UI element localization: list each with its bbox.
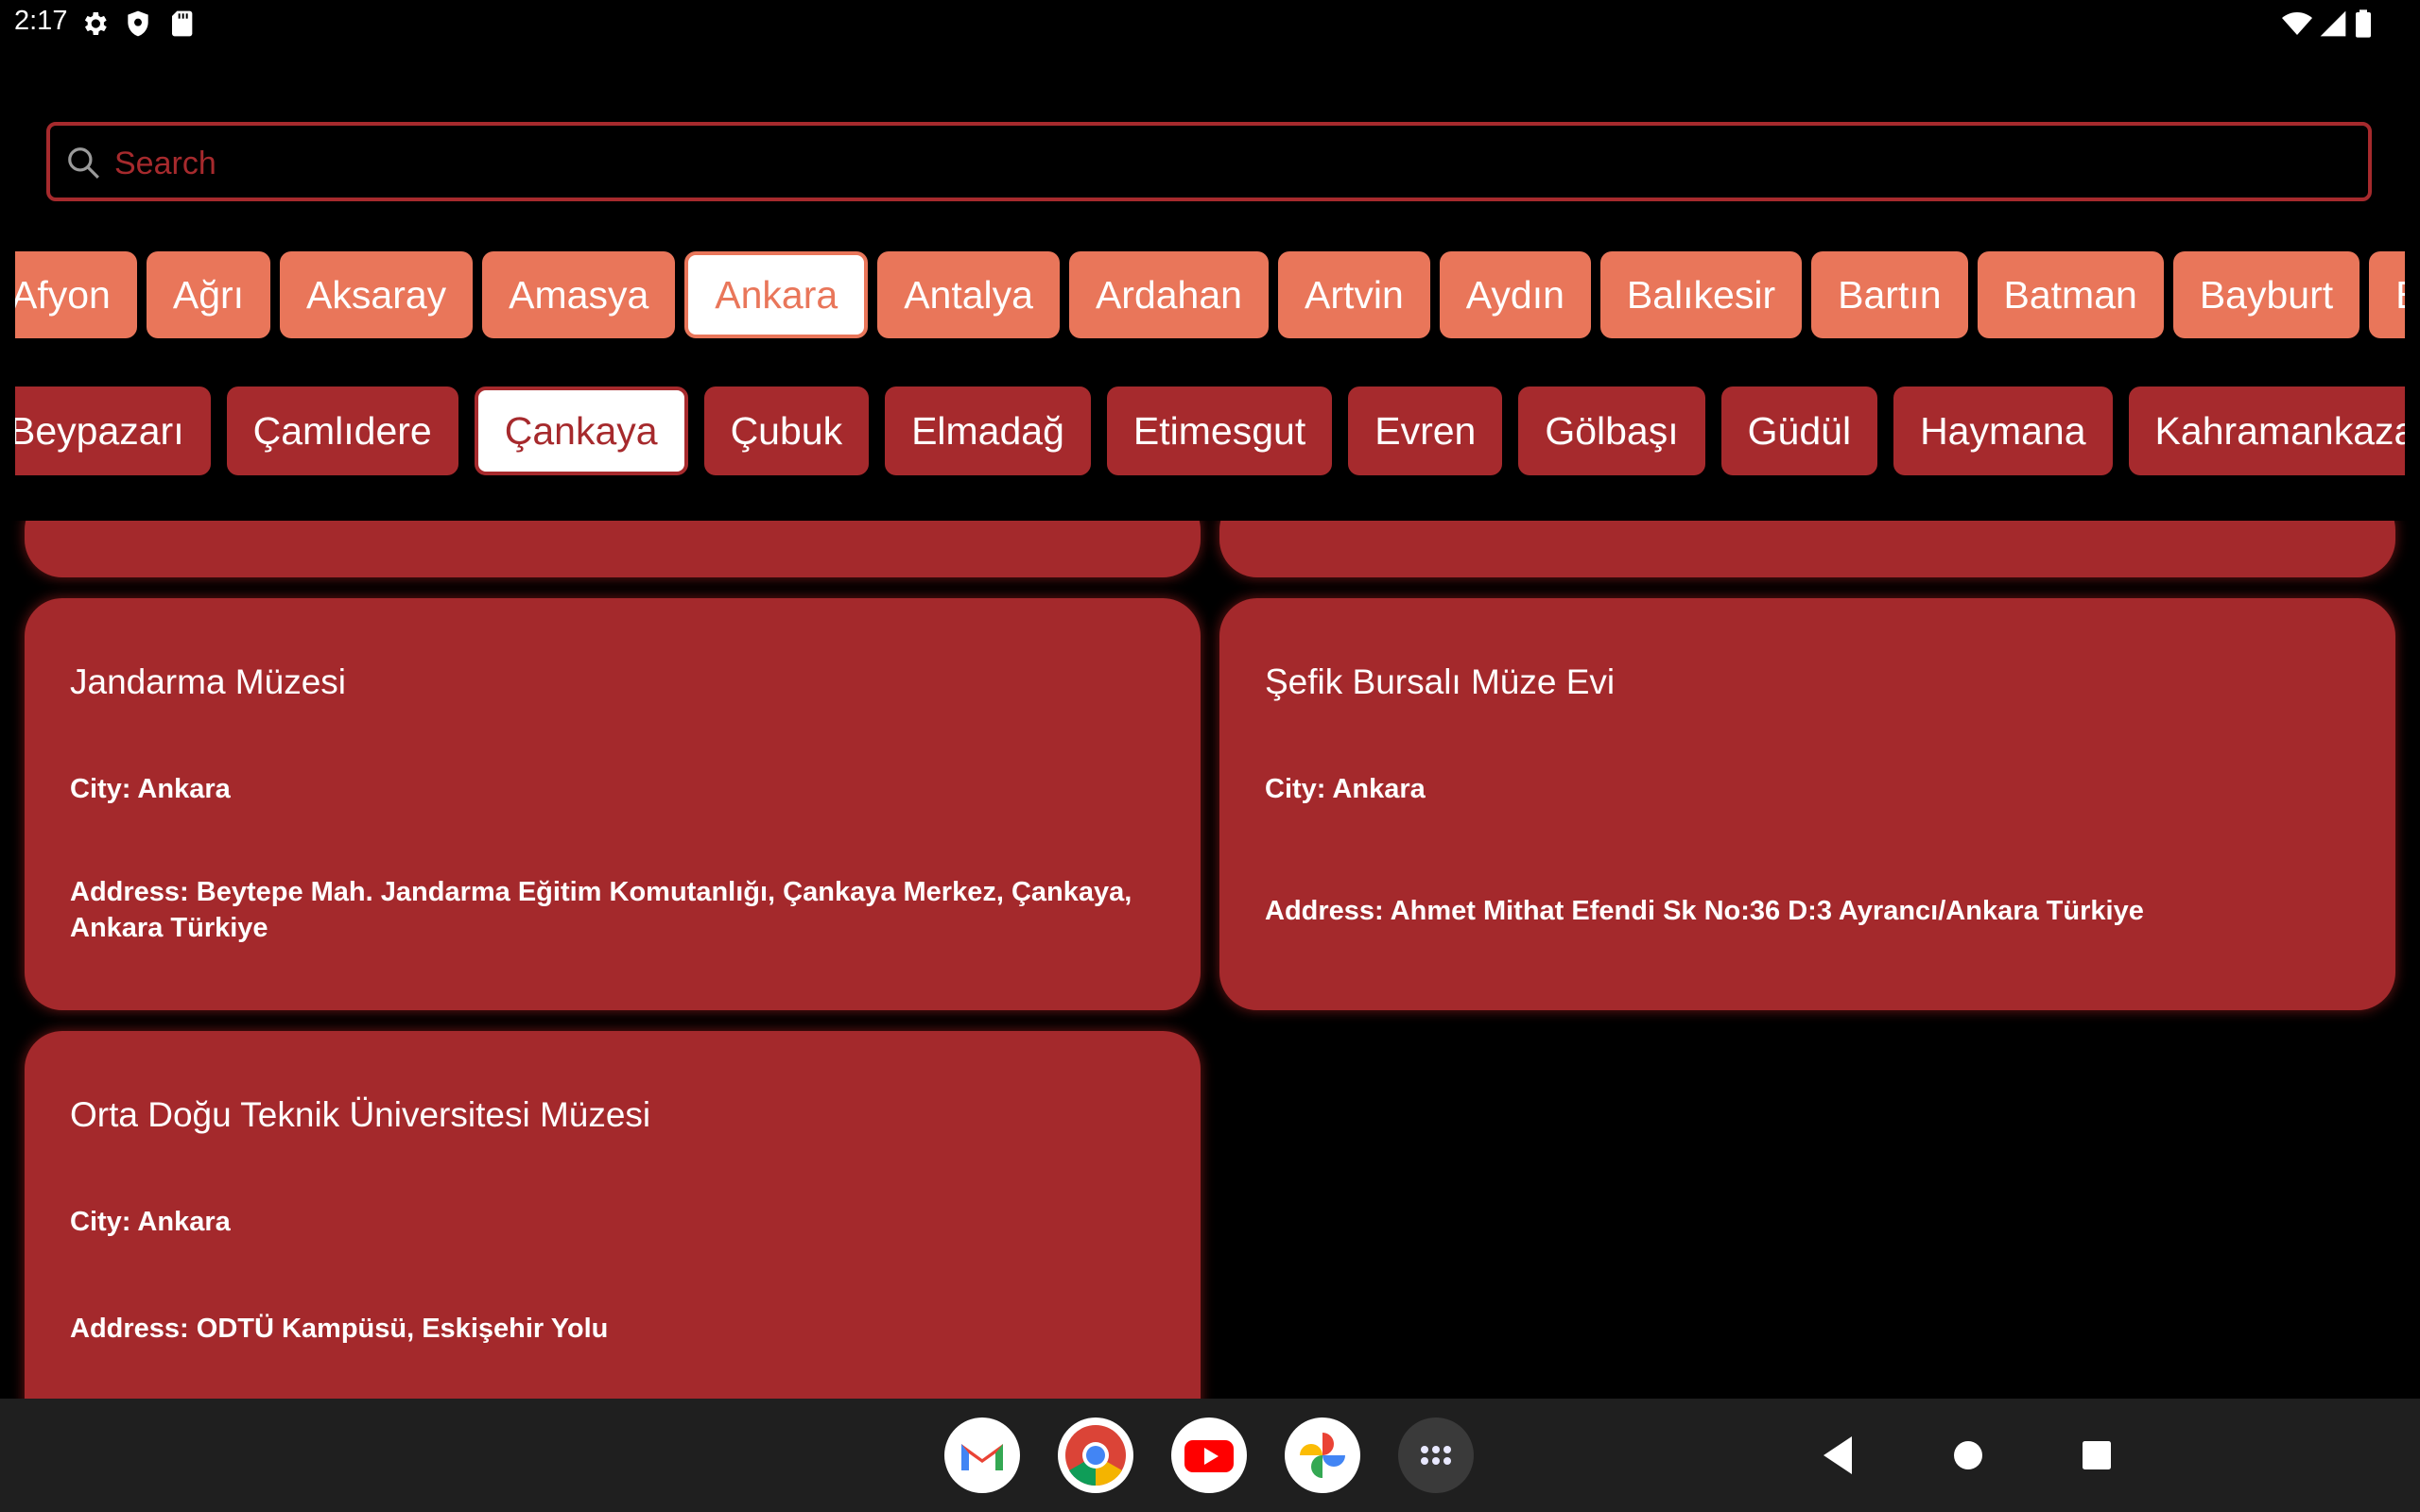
city-chip[interactable]: Bilecik <box>2369 251 2405 338</box>
status-bar: 2:17 <box>0 0 2420 49</box>
district-chip[interactable]: Beypazarı <box>15 387 211 475</box>
youtube-icon[interactable] <box>1171 1418 1247 1493</box>
battery-icon <box>2356 9 2371 38</box>
sd-card-icon <box>172 10 193 37</box>
recents-icon[interactable] <box>2068 1427 2125 1484</box>
city-chip[interactable]: Afyon <box>15 251 137 338</box>
search-input[interactable] <box>112 133 2347 194</box>
district-chip[interactable]: Çubuk <box>703 387 870 475</box>
city-chip-track: Afyon Ağrı Aksaray Amasya Ankara Antalya Ardah… <box>15 251 2405 338</box>
museum-card-partial[interactable] <box>1219 521 2395 577</box>
district-chip[interactable]: Çamlıdere <box>226 387 458 475</box>
city-chip[interactable]: Aydın <box>1439 251 1591 338</box>
shield-icon <box>128 10 148 37</box>
district-chip[interactable]: Haymana <box>1893 387 2113 475</box>
navigation-bar <box>0 1399 2420 1512</box>
museum-address: Address: Ahmet Mithat Efendi Sk No:36 D:… <box>1265 896 2144 926</box>
screen: 2:17 AfyonAğrıAksarayAma <box>0 0 2420 1512</box>
city-chip[interactable]: Bayburt <box>2172 251 2360 338</box>
city-chip-row[interactable]: Afyon Ağrı Aksaray Amasya Ankara Antalya Ardah… <box>15 251 2405 340</box>
district-chip[interactable]: Etimesgut <box>1106 387 1333 475</box>
museum-title: Jandarma Müzesi <box>70 662 347 701</box>
city-chip[interactable]: Bartın <box>1811 251 1968 338</box>
status-time: 2:17 <box>14 6 68 36</box>
home-icon[interactable] <box>1940 1427 1996 1484</box>
district-chip[interactable]: Gölbaşı <box>1518 387 1705 475</box>
museum-list[interactable]: Jandarma Müzesi City: Ankara Address: Be… <box>0 521 2420 1399</box>
search-bar[interactable] <box>46 122 2372 201</box>
museum-title: Orta Doğu Teknik Üniversitesi Müzesi <box>70 1095 651 1134</box>
chrome-icon[interactable] <box>1058 1418 1133 1493</box>
city-chip[interactable]: Batman <box>1977 251 2164 338</box>
city-chip[interactable]: Ağrı <box>146 251 271 338</box>
city-chip[interactable]: Ankara <box>684 251 869 338</box>
back-icon[interactable] <box>1809 1427 1866 1484</box>
search-icon <box>68 147 99 179</box>
city-chip[interactable]: Aksaray <box>280 251 474 338</box>
app-drawer-icon[interactable] <box>1398 1418 1474 1493</box>
museum-card[interactable]: Şefik Bursalı Müze Evi City: Ankara Addr… <box>1219 598 2395 1010</box>
wifi-icon <box>2282 12 2312 35</box>
city-chip[interactable]: Artvin <box>1277 251 1430 338</box>
signal-icon <box>2320 10 2346 37</box>
district-chip-track: Beypazarı Çamlıdere Çankaya Çubuk Elmadağ Eti… <box>15 387 2405 475</box>
museum-address: Address: ODTÜ Kampüsü, Eskişehir Yolu <box>70 1314 609 1344</box>
city-chip[interactable]: Ardahan <box>1068 251 1269 338</box>
district-chip-row[interactable]: Beypazarı Çamlıdere Çankaya Çubuk Elmadağ Eti… <box>15 387 2405 477</box>
museum-city: City: Ankara <box>70 774 231 804</box>
gear-icon <box>84 12 107 35</box>
museum-city: City: Ankara <box>70 1207 231 1237</box>
district-chip[interactable]: Çankaya <box>474 387 688 475</box>
museum-city: City: Ankara <box>1265 774 1426 804</box>
museum-card-partial[interactable] <box>25 521 1201 577</box>
museum-address: Address: Beytepe Mah. Jandarma Eğitim Ko… <box>70 877 1132 943</box>
museum-title: Şefik Bursalı Müze Evi <box>1265 662 1616 701</box>
city-chip[interactable]: Antalya <box>877 251 1060 338</box>
photos-icon[interactable] <box>1285 1418 1360 1493</box>
district-chip[interactable]: Elmadağ <box>885 387 1091 475</box>
district-chip[interactable]: Evren <box>1348 387 1503 475</box>
city-chip[interactable]: Amasya <box>482 251 676 338</box>
museum-card[interactable]: Orta Doğu Teknik Üniversitesi Müzesi Cit… <box>25 1031 1201 1399</box>
district-chip[interactable]: Kahramankazan <box>2128 387 2405 475</box>
district-chip[interactable]: Güdül <box>1720 387 1878 475</box>
gmail-icon[interactable] <box>944 1418 1020 1493</box>
museum-card[interactable]: Jandarma Müzesi City: Ankara Address: Be… <box>25 598 1201 1010</box>
city-chip[interactable]: Balıkesir <box>1599 251 1803 338</box>
